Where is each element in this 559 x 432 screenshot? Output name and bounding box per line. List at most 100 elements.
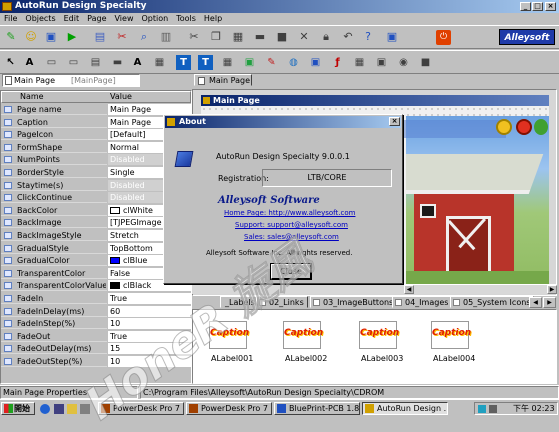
media-icon[interactable]: ▣ (308, 55, 323, 70)
menu-tools[interactable]: Tools (176, 13, 196, 25)
taskbar-item-autorun[interactable]: AutoRun Design ... (362, 402, 448, 415)
image-button-icon[interactable]: ▤ (88, 55, 103, 70)
line-icon[interactable]: ▬ (110, 55, 125, 70)
button-icon[interactable]: ▭ (66, 55, 81, 70)
about-support-link[interactable]: Support: support@alleysoft.com (235, 221, 348, 229)
pen-icon[interactable]: ✎ (264, 55, 279, 70)
text-t-icon[interactable]: T (176, 55, 191, 70)
font-icon[interactable]: A (130, 55, 145, 70)
property-row[interactable]: FadeInDelay(ms) 60 (1, 305, 191, 317)
scroll-left-icon[interactable]: ◀ (404, 285, 414, 294)
tab-scroll-right-icon[interactable]: ▶ (543, 297, 556, 308)
new-icon[interactable]: ✎ (3, 29, 19, 45)
picture-icon[interactable]: ▣ (242, 55, 257, 70)
tray-volume-icon[interactable] (489, 405, 497, 413)
video-icon[interactable]: ▦ (352, 55, 367, 70)
tab-images[interactable]: 04_Images (392, 296, 453, 308)
about-close-button[interactable]: × (389, 117, 400, 126)
property-value[interactable]: True (107, 293, 191, 304)
shape-icon[interactable]: ▣ (374, 55, 389, 70)
memo-icon[interactable]: ▦ (152, 55, 167, 70)
flash-icon[interactable]: ƒ (330, 55, 345, 70)
quicklaunch-ie-icon[interactable] (40, 404, 50, 414)
property-row[interactable]: FadeOut True (1, 330, 191, 342)
book-icon[interactable]: ▣ (384, 29, 400, 45)
canvas-titlebar: Main Page (201, 95, 549, 106)
menu-page[interactable]: Page (87, 13, 106, 25)
delete-icon[interactable]: ✕ (296, 29, 312, 45)
property-row[interactable]: FadeOutDelay(ms) 15 (1, 343, 191, 355)
property-row-icon (4, 194, 12, 202)
library-item-2[interactable]: Caption (283, 321, 323, 349)
align-icon[interactable]: ▬ (252, 29, 268, 45)
menu-view[interactable]: View (115, 13, 134, 25)
property-row[interactable]: FadeOutStep(%) 10 (1, 356, 191, 367)
library-item-4[interactable]: Caption (431, 321, 471, 349)
search-icon[interactable]: ⌕ (136, 29, 152, 45)
taskbar-item-blueprint[interactable]: BluePrint-PCB 1.8 (274, 402, 360, 415)
maximize-button[interactable]: □ (532, 2, 543, 11)
block-icon[interactable]: ■ (274, 29, 290, 45)
exit-icon[interactable]: ⏻ (436, 30, 451, 45)
lock-icon[interactable]: 🔒︎ (318, 29, 334, 45)
save-icon[interactable]: ▣ (43, 29, 59, 45)
quicklaunch-folder-icon[interactable] (67, 404, 77, 414)
property-value[interactable]: True (107, 330, 191, 342)
menu-help[interactable]: Help (204, 13, 222, 25)
property-row-icon (4, 156, 12, 164)
about-home-link[interactable]: Home Page: http://www.alleysoft.com (224, 209, 355, 217)
menu-edit[interactable]: Edit (64, 13, 80, 25)
property-value[interactable]: 60 (107, 305, 191, 317)
quicklaunch-app-icon[interactable] (80, 404, 90, 414)
property-row[interactable]: FadeInStep(%) 10 (1, 318, 191, 330)
undo-icon[interactable]: ↶ (340, 29, 356, 45)
box-icon[interactable]: ■ (418, 55, 433, 70)
image-icon[interactable]: ✂ (114, 29, 130, 45)
library-item-3[interactable]: Caption (359, 321, 399, 349)
about-sales-link[interactable]: Sales: sales@alleysoft.com (244, 233, 339, 241)
help-icon[interactable]: ? (360, 29, 376, 45)
menu-option[interactable]: Option (141, 13, 168, 25)
pointer-icon[interactable]: ↖ (3, 55, 18, 70)
document-icon[interactable]: ▥ (158, 29, 174, 45)
about-ok-button[interactable]: Close (270, 263, 312, 280)
tab-links[interactable]: 02_Links (256, 296, 308, 308)
close-button[interactable]: × (545, 2, 556, 11)
edit-icon[interactable]: ▦ (220, 55, 235, 70)
radio-icon[interactable]: ◉ (396, 55, 411, 70)
copy-icon[interactable]: ❐ (208, 29, 224, 45)
tab-scroll-left-icon[interactable]: ◀ (529, 297, 542, 308)
tab-labels[interactable]: _Labels (220, 296, 259, 308)
paste-icon[interactable]: ▦ (230, 29, 246, 45)
property-row[interactable]: FadeIn True (1, 293, 191, 304)
menu-file[interactable]: File (4, 13, 17, 25)
open-icon[interactable]: ☺ (23, 29, 39, 45)
taskbar-item-powerdesk-2[interactable]: PowerDesk Pro 7 ... (186, 402, 272, 415)
globe-icon[interactable]: ◍ (286, 55, 301, 70)
tab-system-icons[interactable]: 05_System Icons (450, 296, 535, 308)
page-icon[interactable]: ▤ (92, 29, 108, 45)
tab-main-page[interactable]: Main Page (194, 74, 252, 86)
label-icon[interactable]: A (22, 55, 37, 70)
page-selector[interactable]: Main Page [MainPage] (2, 74, 140, 87)
library-item-1[interactable]: Caption (209, 321, 249, 349)
about-company: Alleysoft Software (218, 195, 320, 206)
text-b-icon[interactable]: T (198, 55, 213, 70)
property-value[interactable]: 10 (107, 356, 191, 367)
text-icon[interactable]: ▭ (44, 55, 59, 70)
run-icon[interactable]: ▶ (64, 29, 80, 45)
property-value[interactable]: 15 (107, 343, 191, 355)
property-value[interactable]: 10 (107, 318, 191, 330)
canvas-hscrollbar[interactable]: ◀ ▶ (192, 284, 557, 294)
property-name: FadeOutStep(%) (17, 357, 83, 366)
tray-network-icon[interactable] (478, 405, 486, 413)
tab-imagebuttons[interactable]: 03_ImageButtons (310, 296, 398, 308)
minimize-button[interactable]: _ (520, 2, 531, 11)
quicklaunch-desktop-icon[interactable] (54, 404, 64, 414)
start-button[interactable]: 開始 (1, 402, 35, 415)
scroll-right-icon[interactable]: ▶ (547, 285, 557, 294)
autorun-icon (365, 404, 374, 413)
taskbar-item-powerdesk-1[interactable]: PowerDesk Pro 7 ... (98, 402, 184, 415)
cut-icon[interactable]: ✂ (186, 29, 202, 45)
menu-objects[interactable]: Objects (25, 13, 55, 25)
